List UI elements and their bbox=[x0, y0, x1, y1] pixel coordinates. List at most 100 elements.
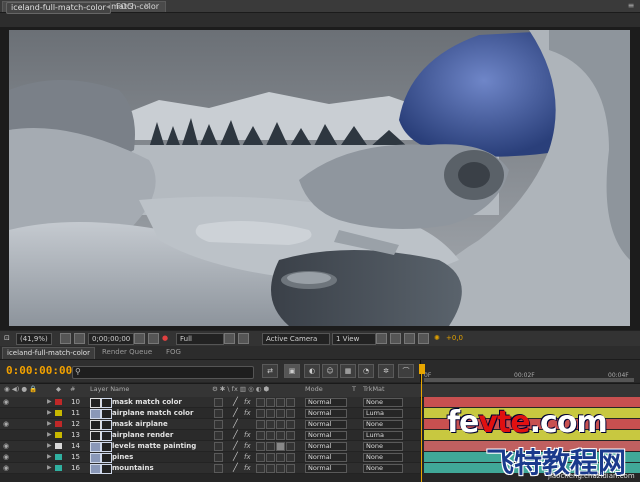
quality-switch-icon[interactable]: ╱ bbox=[233, 463, 238, 473]
panel-menu-icon[interactable]: ≡ bbox=[626, 1, 636, 11]
mode-dropdown[interactable]: Normal bbox=[305, 442, 347, 451]
motion-blur-switch[interactable] bbox=[266, 398, 275, 407]
twirl-arrow-icon[interactable]: ▶ bbox=[47, 464, 52, 472]
show-snapshot-icon[interactable] bbox=[148, 333, 159, 344]
trkmat-dropdown[interactable]: Luma bbox=[363, 409, 403, 418]
label-color-chip[interactable] bbox=[55, 410, 62, 416]
shy-switch[interactable] bbox=[214, 442, 223, 451]
layer-name[interactable]: mountains bbox=[112, 463, 154, 473]
zoom-dropdown[interactable]: (41,9%) bbox=[16, 333, 52, 345]
current-time-indicator[interactable] bbox=[419, 364, 425, 374]
frame-blend-switch[interactable] bbox=[256, 420, 265, 429]
mode-dropdown[interactable]: Normal bbox=[305, 398, 347, 407]
hide-shy-layers-icon[interactable]: ☺ bbox=[322, 364, 338, 378]
title-safe-icon[interactable] bbox=[60, 333, 71, 344]
fx-switch-icon[interactable]: fx bbox=[244, 408, 251, 418]
layer-name[interactable]: airplane render bbox=[112, 430, 173, 440]
snapshot-icon[interactable] bbox=[134, 333, 145, 344]
quality-switch-icon[interactable]: ╱ bbox=[233, 408, 238, 418]
resolution-dropdown[interactable]: Full bbox=[176, 333, 224, 345]
adjustment-switch[interactable] bbox=[276, 409, 285, 418]
twirl-arrow-icon[interactable]: ▶ bbox=[47, 420, 52, 428]
layer-row[interactable]: ▶ 11 airplane match color ╱ fx Normal Luma bbox=[0, 408, 420, 419]
label-color-chip[interactable] bbox=[55, 443, 62, 449]
adjustment-switch[interactable] bbox=[276, 431, 285, 440]
layer-name[interactable]: pines bbox=[112, 452, 133, 462]
frame-blend-switch[interactable] bbox=[256, 442, 265, 451]
breadcrumb-comp-fog[interactable]: FOG bbox=[116, 2, 133, 12]
label-color-chip[interactable] bbox=[55, 399, 62, 405]
visibility-eye-icon[interactable]: ◉ bbox=[3, 464, 10, 472]
flowchart-icon[interactable] bbox=[418, 333, 429, 344]
mode-dropdown[interactable]: Normal bbox=[305, 464, 347, 473]
mask-visibility-icon[interactable] bbox=[74, 333, 85, 344]
shy-switch[interactable] bbox=[214, 431, 223, 440]
quality-switch-icon[interactable]: ╱ bbox=[233, 430, 238, 440]
trkmat-dropdown[interactable]: Luma bbox=[363, 431, 403, 440]
timeline-timecode[interactable]: 0:00:00:00 bbox=[6, 364, 72, 377]
layer-search-input[interactable] bbox=[72, 366, 254, 379]
channel-icon[interactable]: ● bbox=[162, 333, 168, 343]
layer-row[interactable]: ◉ ▶ 14 levels matte painting ╱ fx Normal None bbox=[0, 441, 420, 452]
fx-switch-icon[interactable]: fx bbox=[244, 397, 251, 407]
comp-mini-flowchart-icon[interactable]: ⇄ bbox=[262, 364, 278, 378]
layer-name[interactable]: mask airplane bbox=[112, 419, 168, 429]
twirl-arrow-icon[interactable]: ▶ bbox=[47, 431, 52, 439]
trkmat-dropdown[interactable]: None bbox=[363, 453, 403, 462]
frame-blend-switch[interactable] bbox=[256, 464, 265, 473]
layer-row[interactable]: ▶ 13 airplane render ╱ fx Normal Luma bbox=[0, 430, 420, 441]
mode-dropdown[interactable]: Normal bbox=[305, 431, 347, 440]
3d-switch[interactable] bbox=[286, 398, 295, 407]
motion-blur-switch[interactable] bbox=[266, 464, 275, 473]
visibility-eye-icon[interactable]: ◉ bbox=[3, 453, 10, 461]
frame-blend-switch[interactable] bbox=[256, 398, 265, 407]
tab-fog[interactable]: FOG bbox=[162, 347, 185, 358]
frame-blend-switch[interactable] bbox=[256, 453, 265, 462]
label-color-chip[interactable] bbox=[55, 432, 62, 438]
motion-blur-switch[interactable] bbox=[266, 442, 275, 451]
trkmat-dropdown[interactable]: None bbox=[363, 464, 403, 473]
adjustment-switch[interactable] bbox=[276, 398, 285, 407]
composition-viewer[interactable] bbox=[9, 30, 630, 326]
magnify-icon[interactable]: ⊡ bbox=[4, 333, 10, 343]
fx-switch-icon[interactable]: fx bbox=[244, 463, 251, 473]
label-color-chip[interactable] bbox=[55, 454, 62, 460]
region-of-interest-icon[interactable] bbox=[224, 333, 235, 344]
fast-previews-icon[interactable] bbox=[390, 333, 401, 344]
shy-switch[interactable] bbox=[214, 420, 223, 429]
shy-switch[interactable] bbox=[214, 398, 223, 407]
twirl-arrow-icon[interactable]: ▶ bbox=[47, 409, 52, 417]
exposure-value[interactable]: +0,0 bbox=[446, 333, 463, 343]
layer-name-column[interactable]: Layer Name bbox=[90, 385, 129, 394]
frame-blend-switch[interactable] bbox=[256, 431, 265, 440]
fx-switch-icon[interactable]: fx bbox=[244, 430, 251, 440]
layer-name[interactable]: airplane match color bbox=[112, 408, 193, 418]
adjustment-switch[interactable] bbox=[276, 442, 285, 451]
breadcrumb-comp-active[interactable]: iceland-full-match-color bbox=[6, 2, 111, 14]
fx-switch-icon[interactable]: fx bbox=[244, 441, 251, 451]
label-color-chip[interactable] bbox=[55, 421, 62, 427]
layer-row[interactable]: ◉ ▶ 12 mask airplane ╱ Normal None bbox=[0, 419, 420, 430]
graph-editor-icon[interactable]: ⌒ bbox=[398, 364, 414, 378]
transparency-grid-icon[interactable] bbox=[238, 333, 249, 344]
fx-switch-icon[interactable]: fx bbox=[244, 452, 251, 462]
motion-blur-switch[interactable] bbox=[266, 453, 275, 462]
quality-switch-icon[interactable]: ╱ bbox=[233, 397, 238, 407]
3d-switch[interactable] bbox=[286, 442, 295, 451]
3d-switch[interactable] bbox=[286, 409, 295, 418]
3d-switch[interactable] bbox=[286, 420, 295, 429]
motion-blur-switch[interactable] bbox=[266, 420, 275, 429]
close-icon[interactable]: × bbox=[142, 1, 152, 11]
visibility-eye-icon[interactable]: ◉ bbox=[3, 420, 10, 428]
adjustment-switch[interactable] bbox=[276, 453, 285, 462]
timeline-icon[interactable] bbox=[404, 333, 415, 344]
motion-blur-switch[interactable] bbox=[266, 431, 275, 440]
3d-switch[interactable] bbox=[286, 431, 295, 440]
quality-switch-icon[interactable]: ╱ bbox=[233, 441, 238, 451]
motion-blur-icon[interactable]: ◔ bbox=[358, 364, 374, 378]
mode-dropdown[interactable]: Normal bbox=[305, 453, 347, 462]
viewer-timecode[interactable]: 0;00;00;00 bbox=[88, 333, 135, 345]
3d-switch[interactable] bbox=[286, 453, 295, 462]
adjustment-switch[interactable] bbox=[276, 420, 285, 429]
brainstorm-icon[interactable]: ✲ bbox=[378, 364, 394, 378]
